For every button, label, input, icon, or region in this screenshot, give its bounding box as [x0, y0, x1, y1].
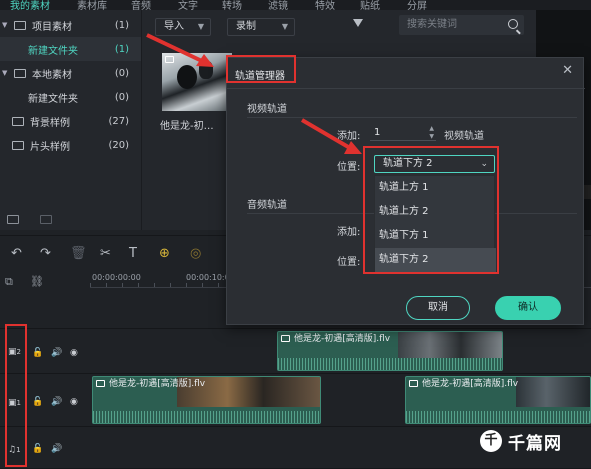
watermark-logo: 千	[480, 430, 502, 452]
annotation-arrows	[146, 33, 362, 154]
arrow-to-title	[146, 33, 205, 64]
arrow-to-dropdown	[300, 118, 352, 150]
watermark-text: 千篇网	[508, 433, 562, 454]
watermark: 千 千篇网	[480, 427, 588, 455]
